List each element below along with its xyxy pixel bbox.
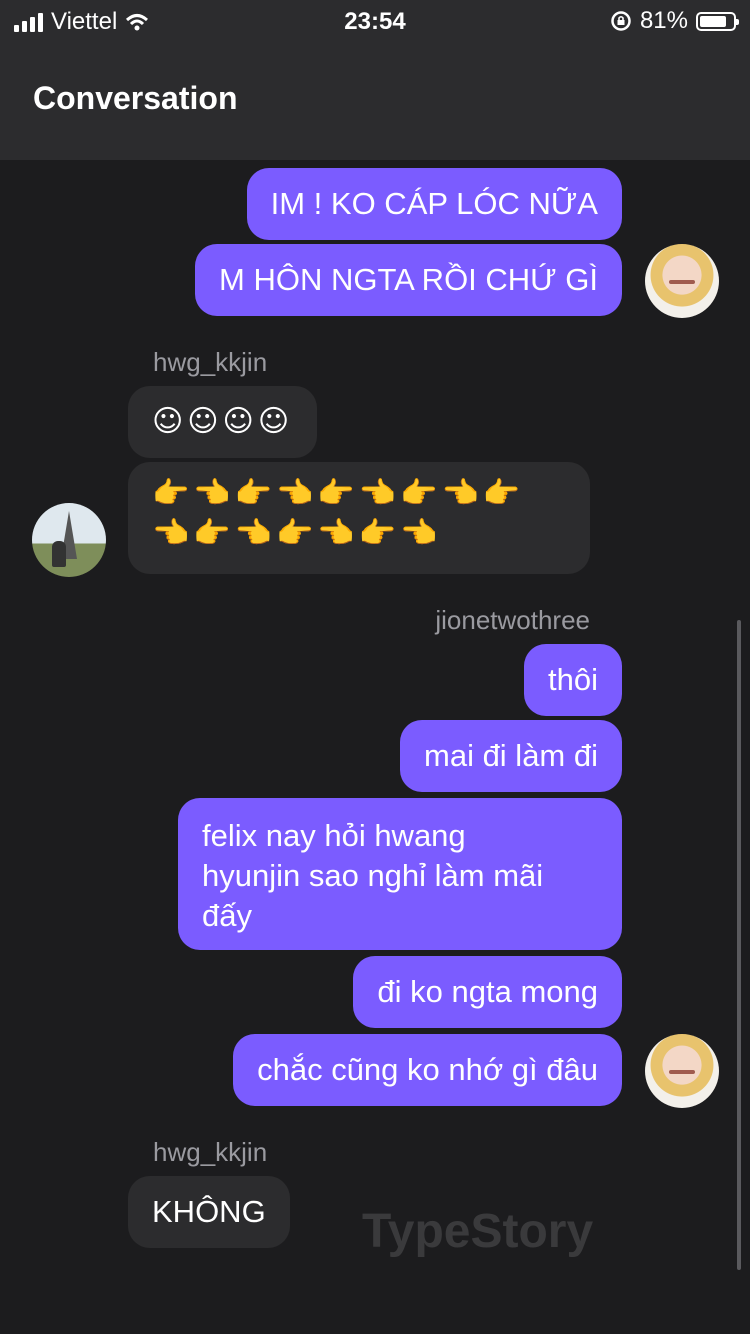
avatar-hwg-kkjin[interactable] [32,503,106,577]
sender-name: hwg_kkjin [153,347,268,377]
message-bubble-received[interactable]: KHÔNG [128,1176,290,1248]
status-bar: Viettel 23:54 81% [0,0,750,42]
message-bubble-received[interactable]: ☺☺☺☺ [128,386,318,458]
message-bubble-sent[interactable]: thôi [524,644,622,716]
avatar-jionetwothree[interactable] [645,1034,719,1108]
sender-name: hwg_kkjin [153,1137,268,1167]
message-bubble-sent[interactable]: đi ko ngta mong [353,956,622,1028]
battery-percent: 81% [639,7,688,34]
message-bubble-sent[interactable]: M HÔN NGTA RỒI CHỨ GÌ [195,244,622,316]
message-bubble-received[interactable]: 👉👈👉👈👉👈👉👈👉 👈👉👈👉👈👉👈 [128,462,590,574]
watermark-logo: TypeStory [362,1205,594,1258]
message-line: 👈👉👈👉👈👉👈 [152,516,442,551]
message-line: hyunjin sao nghỉ làm mãi [202,858,544,893]
message-bubble-sent[interactable]: IM ! KO CÁP LÓC NỮA [246,168,622,240]
rotation-lock-icon [611,11,631,31]
page-title: Conversation [33,80,238,116]
scrollbar[interactable] [737,620,741,1270]
battery-icon [696,11,739,31]
status-right: 81% [610,7,739,35]
sender-name: jionetwothree [435,605,590,635]
message-bubble-sent[interactable]: mai đi làm đi [400,720,622,792]
avatar-jionetwothree[interactable] [645,244,719,318]
message-line: đấy [202,898,252,933]
message-line: felix nay hỏi hwang [202,818,466,853]
message-line: 👉👈👉👈👉👈👉👈👉 [152,476,525,511]
message-bubble-sent[interactable]: chắc cũng ko nhớ gì đâu [233,1034,622,1106]
message-bubble-sent[interactable]: felix nay hỏi hwang hyunjin sao nghỉ làm… [178,798,622,950]
conversation-header: Conversation [0,42,750,160]
